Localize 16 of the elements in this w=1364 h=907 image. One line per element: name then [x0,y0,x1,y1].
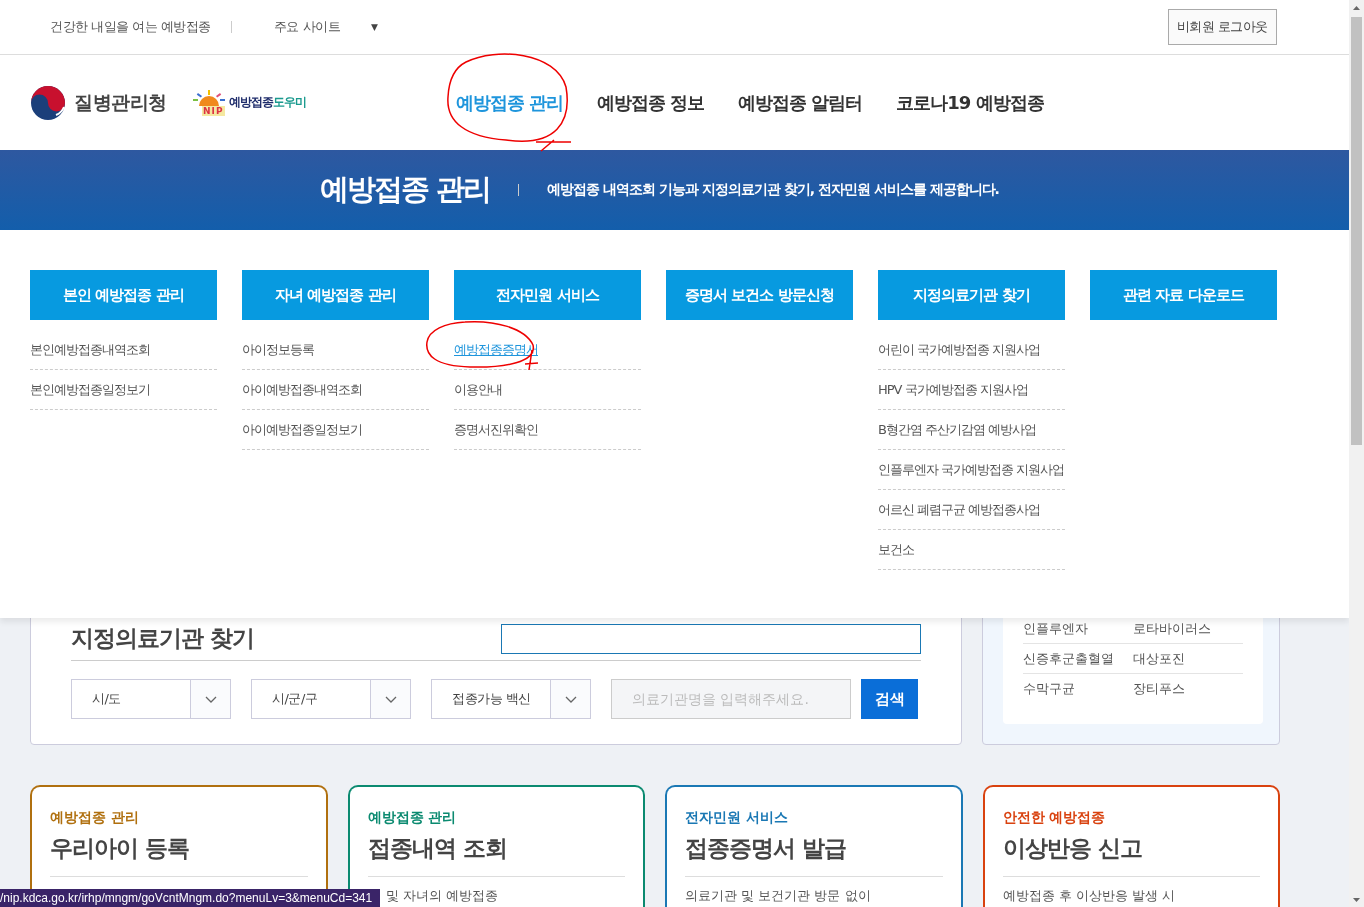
card-title: 접종증명서 발급 [685,833,943,877]
card-title: 우리아이 등록 [50,833,308,877]
card-title: 접종내역 조회 [367,833,625,877]
url-tooltip: /nip.kdca.go.kr/irhp/mngm/goVcntMngm.do?menuLv=3&menuCd=341 [0,889,381,907]
card-category: 전자민원 서비스 [685,809,789,827]
card-title: 이상반응 신고 [1002,833,1260,877]
card-description: 의료기관 및 보건기관 방문 없이 [685,887,872,905]
card-category: 안전한 예방접종 [1002,809,1107,827]
nip-logo-text: NIP [202,105,225,116]
site-slogan: 건강한 내일을 여는 예방접종 [50,18,211,36]
card-category: 예방접종 관리 [50,809,140,827]
banner-description: 예방접종 내역조회 기능과 지정의료기관 찾기, 전자민원 서비스를 제공합니다. [547,181,999,199]
banner-title: 예방접종 관리 [320,171,491,208]
card-category: 예방접종 관리 [367,809,458,827]
clinic-search-title: 지정의료기관 찾기 [71,624,254,653]
card-description: 예방접종 후 이상반응 발생 시 [1002,887,1177,905]
